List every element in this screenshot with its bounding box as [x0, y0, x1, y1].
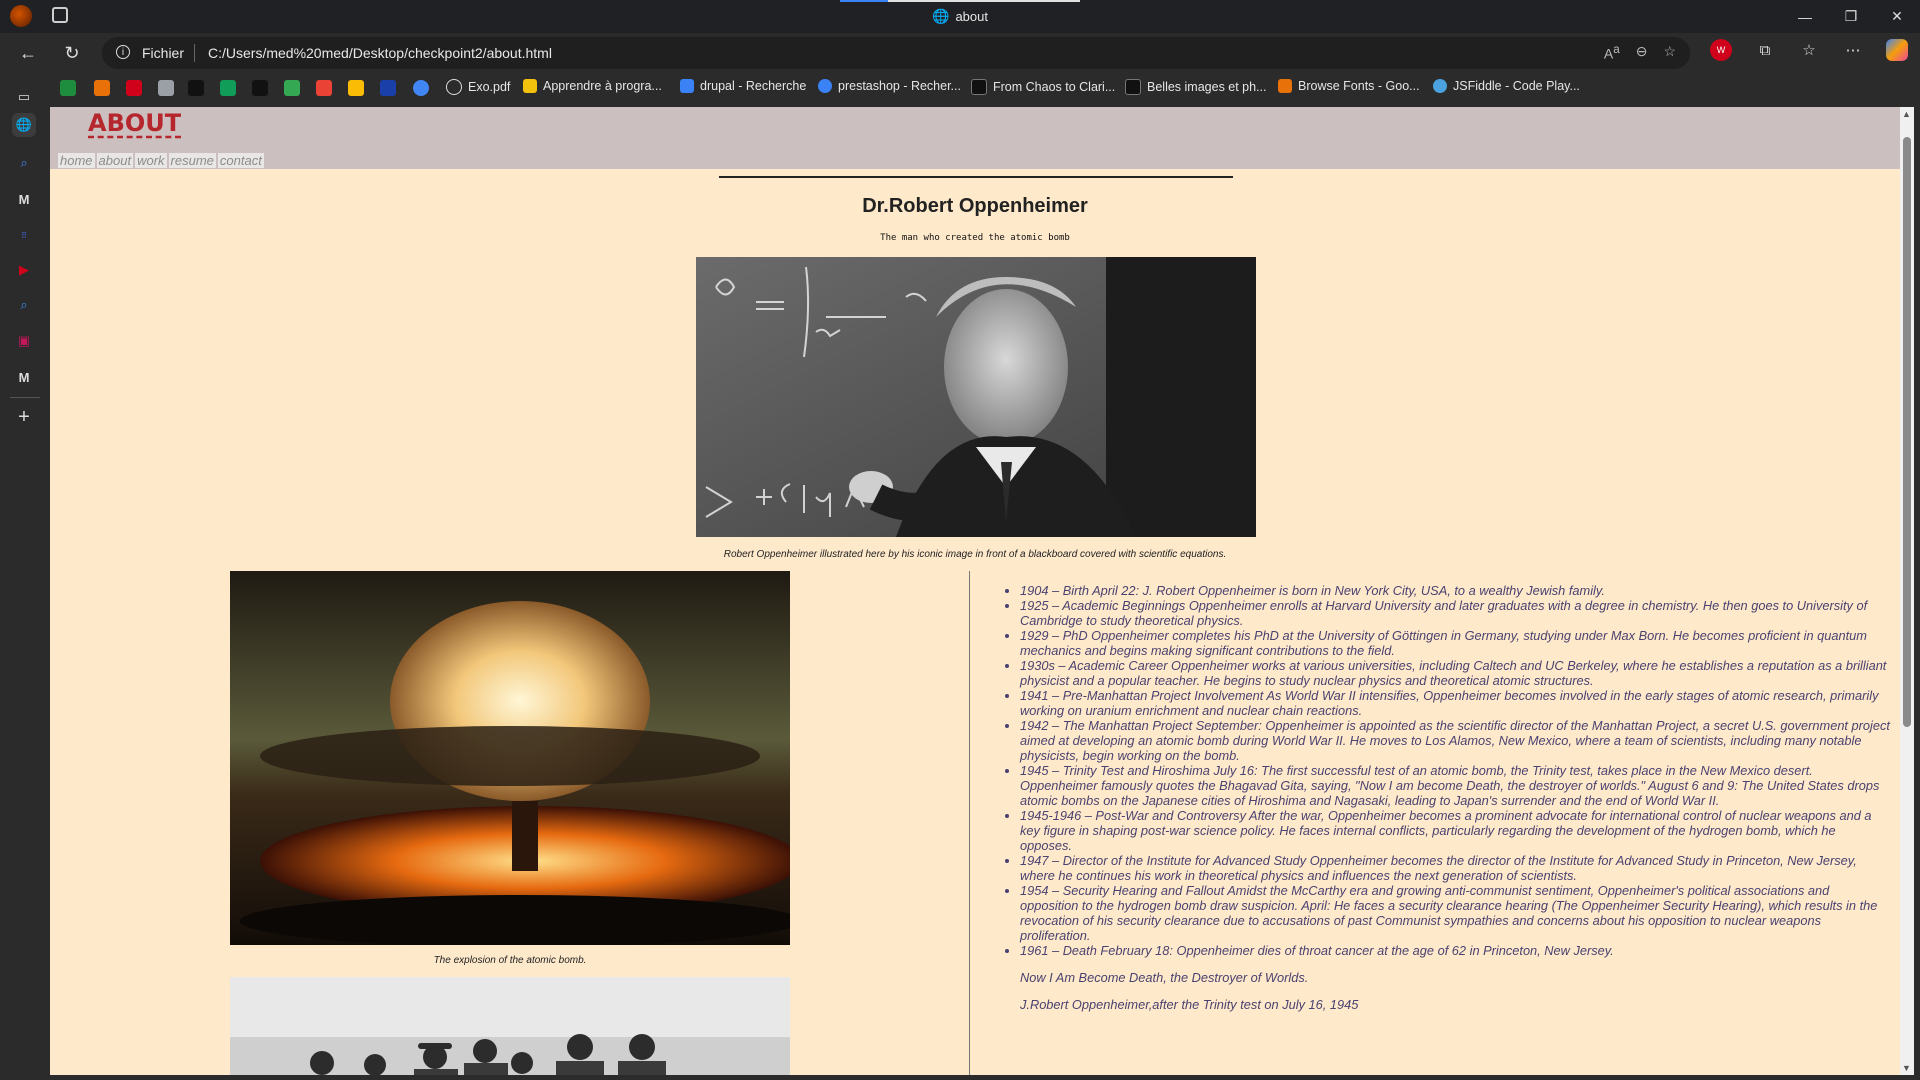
timeline-item: 1941 – Pre-Manhattan Project Involvement… — [1020, 688, 1890, 718]
atomic-explosion-image — [230, 571, 790, 945]
extension-badge-icon[interactable]: W — [1710, 39, 1732, 61]
sidebar-tab-globe-icon[interactable]: 🌐 — [12, 113, 36, 137]
bookmark-item[interactable]: From Chaos to Clari... — [971, 79, 1115, 95]
bookmark-red-icon[interactable] — [316, 80, 332, 96]
address-bar[interactable]: i Fichier C:/Users/med%20med/Desktop/che… — [102, 37, 1690, 69]
sidebar-tab-search-icon[interactable]: ⌕ — [12, 151, 36, 175]
bookmark-m2-icon[interactable] — [252, 80, 268, 96]
bookmark-m-icon[interactable] — [188, 80, 204, 96]
quote: Now I Am Become Death, the Destroyer of … — [1020, 970, 1309, 985]
title-divider — [719, 176, 1233, 178]
timeline-item: 1929 – PhD Oppenheimer completes his PhD… — [1020, 628, 1890, 658]
tab-actions-icon[interactable]: ▭ — [12, 85, 36, 109]
refresh-button[interactable]: ↻ — [58, 39, 86, 67]
hero-caption: Robert Oppenheimer illustrated here by h… — [723, 549, 1227, 560]
globe-icon: 🌐 — [932, 8, 950, 24]
timeline-item: 1925 – Academic Beginnings Oppenheimer e… — [1020, 598, 1890, 628]
bookmark-search-icon — [818, 79, 832, 93]
bookmark-youtube-icon[interactable] — [126, 80, 142, 96]
timeline-item: 1945-1946 – Post-War and Controversy Aft… — [1020, 808, 1890, 853]
nav-about-link[interactable]: about — [96, 153, 134, 168]
scroll-down-icon[interactable]: ▼ — [1902, 1063, 1911, 1073]
sidebar-tab-pdf-icon[interactable]: ▣ — [12, 329, 36, 353]
bookmark-item[interactable]: drupal - Recherche — [680, 79, 806, 93]
timeline-item: 1961 – Death February 18: Oppenheimer di… — [1020, 943, 1890, 958]
timeline-item: 1954 – Security Hearing and Fallout Amid… — [1020, 883, 1890, 943]
copilot-icon[interactable] — [1886, 39, 1908, 61]
nav-home-link[interactable]: home — [58, 153, 95, 168]
zoom-out-icon[interactable]: ⊖ — [1636, 43, 1648, 62]
bookmark-layers-icon[interactable] — [158, 80, 174, 96]
site-nav: home about work resume contact — [58, 153, 264, 168]
vertical-sidebar: ▭ 🌐 ⌕ M ⠿ ▶ ⌕ ▣ M + — [0, 89, 50, 1080]
bookmark-h-icon[interactable] — [94, 80, 110, 96]
bookmark-item[interactable]: Browse Fonts - Goo... — [1278, 79, 1420, 93]
bookmark-l-icon[interactable] — [60, 80, 76, 96]
bookmark-item[interactable]: JSFiddle - Code Play... — [1433, 79, 1580, 93]
minimize-button[interactable]: — — [1782, 0, 1828, 33]
bookmark-fonts-icon — [1278, 79, 1292, 93]
bookmark-item[interactable]: Exo.pdf — [446, 79, 510, 95]
timeline-item: 1930s – Academic Career Oppenheimer work… — [1020, 658, 1890, 688]
bookmark-item[interactable]: Belles images et ph... — [1125, 79, 1267, 95]
more-menu-icon[interactable]: ⋯ — [1842, 39, 1864, 61]
timeline-item: 1904 – Birth April 22: J. Robert Oppenhe… — [1020, 583, 1890, 598]
bookmarks-bar: Exo.pdf Apprendre à progra... drupal - R… — [0, 73, 1920, 103]
bookmark-globe-icon — [446, 79, 462, 95]
bookmark-item[interactable]: Apprendre à progra... — [523, 79, 662, 93]
site-header: ABOUT home about work resume contact — [50, 107, 1900, 169]
bookmark-dots-icon[interactable] — [380, 80, 396, 96]
favorites-icon[interactable]: ☆ — [1798, 39, 1820, 61]
timeline: 1904 – Birth April 22: J. Robert Oppenhe… — [1000, 583, 1890, 1012]
sidebar-tab-search2-icon[interactable]: ⌕ — [12, 293, 36, 317]
sidebar-tab-medium2-icon[interactable]: M — [12, 365, 36, 389]
bookmark-c-icon[interactable] — [413, 80, 429, 96]
page-scrollbar[interactable]: ▲ ▼ — [1900, 107, 1914, 1075]
favorite-star-icon[interactable]: ☆ — [1663, 43, 1676, 62]
column-divider — [969, 571, 970, 1075]
bookmark-w-icon[interactable] — [220, 80, 236, 96]
window-title: 🌐 about — [932, 8, 988, 24]
timeline-list: 1904 – Birth April 22: J. Robert Oppenhe… — [1000, 583, 1890, 958]
nav-work-link[interactable]: work — [135, 153, 167, 168]
timeline-item: 1945 – Trinity Test and Hiroshima July 1… — [1020, 763, 1890, 808]
page-title: Dr.Robert Oppenheimer — [862, 195, 1088, 217]
close-button[interactable]: ✕ — [1874, 0, 1920, 33]
tab-strip-indicator — [840, 0, 1080, 2]
quote-attribution: J.Robert Oppenheimer,after the Trinity t… — [1020, 997, 1359, 1012]
page-subtitle: The man who created the atomic bomb — [880, 233, 1070, 243]
nav-resume-link[interactable]: resume — [168, 153, 216, 168]
new-tab-plus-icon[interactable]: + — [12, 405, 36, 429]
sidebar-tab-medium-icon[interactable]: M — [12, 187, 36, 211]
timeline-item: 1942 – The Manhattan Project September: … — [1020, 718, 1890, 763]
url-text[interactable]: C:/Users/med%20med/Desktop/checkpoint2/a… — [208, 45, 552, 61]
oppenheimer-blackboard-image — [696, 257, 1256, 537]
scrollbar-thumb[interactable] — [1903, 137, 1911, 727]
window-titlebar: 🌐 about — ❐ ✕ — [0, 0, 1920, 33]
bookmark-puzzle-icon[interactable] — [348, 80, 364, 96]
bookmark-a-icon — [523, 79, 537, 93]
bookmark-medium-icon — [971, 79, 987, 95]
back-button[interactable]: ← — [14, 39, 42, 67]
scientists-group-photo — [230, 977, 790, 1075]
page-viewport: ABOUT home about work resume contact Dr.… — [50, 107, 1900, 1075]
scroll-up-icon[interactable]: ▲ — [1902, 109, 1911, 119]
bookmark-camera-icon — [1125, 79, 1141, 95]
nav-contact-link[interactable]: contact — [217, 153, 264, 168]
bookmark-v-icon[interactable] — [284, 80, 300, 96]
bookmark-bing-icon — [680, 79, 694, 93]
sidebar-tab-dots-icon[interactable]: ⠿ — [12, 223, 36, 247]
info-icon[interactable]: i — [116, 45, 130, 59]
timeline-item: 1947 – Director of the Institute for Adv… — [1020, 853, 1890, 883]
navigation-bar: ← ↻ i Fichier C:/Users/med%20med/Desktop… — [0, 33, 1920, 73]
site-brand[interactable]: ABOUT — [88, 109, 181, 137]
restore-button[interactable]: ❐ — [1828, 0, 1874, 33]
bookmark-cloud-icon — [1433, 79, 1447, 93]
extensions-icon[interactable]: ⧉ — [1754, 39, 1776, 61]
sidebar-tab-youtube-icon[interactable]: ▶ — [12, 258, 36, 282]
bomb-caption: The explosion of the atomic bomb. — [433, 955, 587, 966]
url-scheme: Fichier — [142, 45, 185, 61]
read-aloud-icon[interactable]: Aa — [1604, 43, 1620, 62]
bookmark-item[interactable]: prestashop - Recher... — [818, 79, 961, 93]
